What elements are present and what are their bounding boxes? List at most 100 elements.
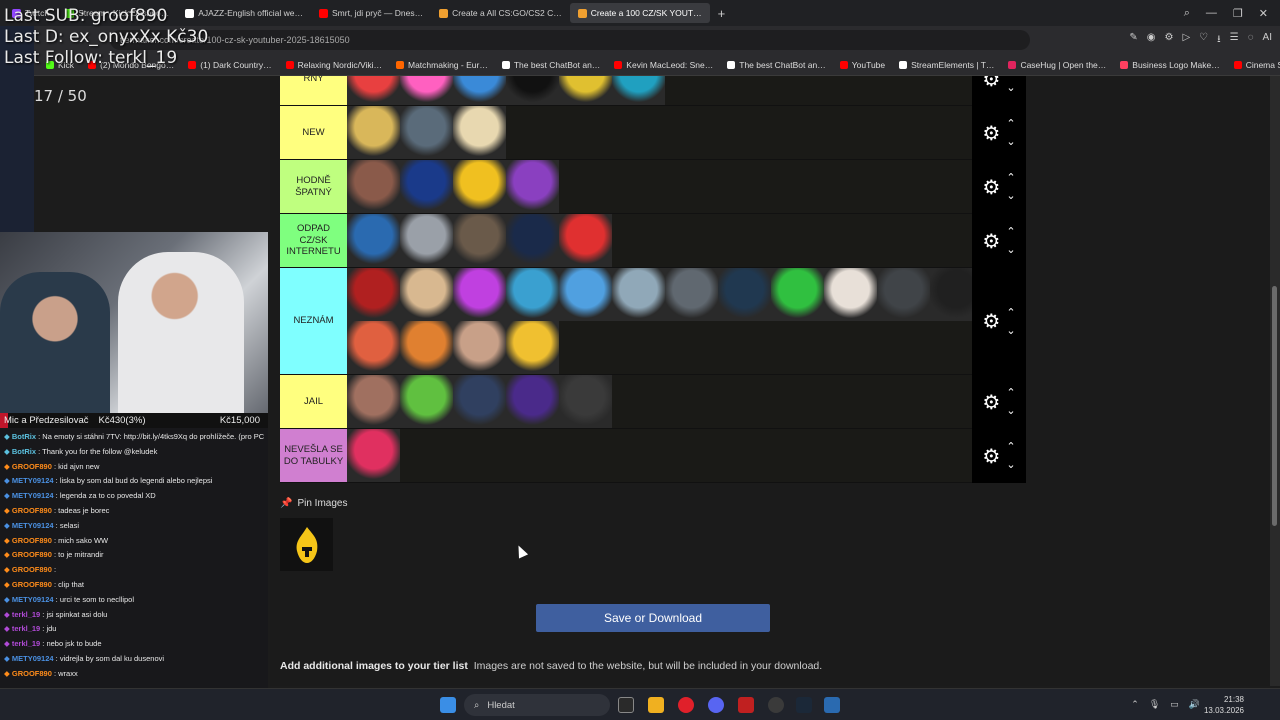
tier-image[interactable] bbox=[347, 268, 400, 321]
chevron-up-icon[interactable]: ⌃ bbox=[1006, 115, 1015, 133]
bookmark-item[interactable]: The best ChatBot an… bbox=[727, 60, 826, 70]
chat-username[interactable]: terkl_19 bbox=[12, 610, 40, 619]
chat-username[interactable]: terkl_19 bbox=[12, 624, 40, 633]
chevron-down-icon[interactable]: ⌄ bbox=[1006, 456, 1015, 474]
browser-tab[interactable]: AJAZZ-English official we… bbox=[177, 3, 311, 23]
tier-image[interactable] bbox=[453, 76, 506, 105]
chevron-down-icon[interactable]: ⌄ bbox=[1006, 79, 1015, 97]
chevron-up-icon[interactable]: ⌃ bbox=[1006, 384, 1015, 402]
gear-icon[interactable]: ⚙ bbox=[982, 175, 1000, 200]
tier-image[interactable] bbox=[665, 268, 718, 321]
minimize-icon[interactable]: — bbox=[1206, 7, 1217, 20]
taskbar-search[interactable]: ⌕ Hledat bbox=[464, 694, 610, 716]
tier-label[interactable]: NEVEŠLA SE DO TABULKY bbox=[280, 429, 347, 482]
chevron-down-icon[interactable]: ⌄ bbox=[1006, 187, 1015, 205]
chat-username[interactable]: METY09124 bbox=[12, 595, 54, 604]
chevron-down-icon[interactable]: ⌄ bbox=[1006, 402, 1015, 420]
chat-username[interactable]: GROOF890 bbox=[12, 669, 52, 678]
tier-image[interactable] bbox=[347, 106, 400, 159]
tier-image[interactable] bbox=[771, 268, 824, 321]
volume-icon[interactable]: 🔊 bbox=[1189, 699, 1200, 710]
chat-username[interactable]: METY09124 bbox=[12, 521, 54, 530]
tier-label[interactable]: NEZNÁM bbox=[280, 268, 347, 374]
chevron-up-icon[interactable]: ⌃ bbox=[1006, 438, 1015, 456]
chevron-up-icon[interactable]: ⌃ bbox=[1131, 699, 1139, 710]
chat-username[interactable]: BotRix bbox=[12, 447, 36, 456]
tier-image[interactable] bbox=[347, 375, 400, 428]
menu-icon[interactable]: ☰ bbox=[1230, 32, 1239, 49]
chevron-down-icon[interactable]: ⌄ bbox=[1006, 241, 1015, 259]
tier-image[interactable] bbox=[347, 76, 400, 105]
chevron-down-icon[interactable]: ⌄ bbox=[1006, 322, 1015, 340]
tier-image[interactable] bbox=[506, 214, 559, 267]
network-icon[interactable]: ▭ bbox=[1170, 699, 1179, 710]
chat-username[interactable]: GROOF890 bbox=[12, 580, 52, 589]
tier-image[interactable] bbox=[559, 375, 612, 428]
edit-icon[interactable]: ✎ bbox=[1129, 32, 1137, 49]
heart-icon[interactable]: ♡ bbox=[1199, 32, 1208, 49]
tier-image[interactable] bbox=[347, 214, 400, 267]
gear-icon[interactable]: ⚙ bbox=[982, 309, 1000, 334]
bookmark-item[interactable]: (1) Dark Country… bbox=[188, 60, 272, 70]
tier-image[interactable] bbox=[453, 214, 506, 267]
bookmark-item[interactable]: Matchmaking - Eur… bbox=[395, 60, 488, 70]
close-icon[interactable]: ✕ bbox=[1259, 7, 1268, 20]
camera-icon[interactable]: ◉ bbox=[1147, 32, 1156, 49]
task-view-icon[interactable] bbox=[618, 697, 634, 713]
app-icon[interactable] bbox=[738, 697, 754, 713]
bookmark-item[interactable]: Cinema Sins Backgr… bbox=[1233, 60, 1280, 70]
chat-username[interactable]: METY09124 bbox=[12, 654, 54, 663]
ai-icon[interactable]: AI bbox=[1263, 32, 1272, 49]
tier-image[interactable] bbox=[400, 375, 453, 428]
bookmark-item[interactable]: Business Logo Make… bbox=[1120, 60, 1220, 70]
tier-image[interactable] bbox=[453, 321, 506, 374]
tier-image[interactable] bbox=[400, 321, 453, 374]
chat-username[interactable]: METY09124 bbox=[12, 476, 54, 485]
gear-icon[interactable]: ⚙ bbox=[982, 444, 1000, 469]
chevron-up-icon[interactable]: ⌃ bbox=[1006, 169, 1015, 187]
bookmark-item[interactable]: CaseHug | Open the… bbox=[1008, 60, 1106, 70]
gear-icon[interactable]: ⚙ bbox=[982, 76, 1000, 92]
extensions-icon[interactable]: ⚙ bbox=[1164, 32, 1173, 49]
notes-icon[interactable] bbox=[824, 697, 840, 713]
tier-label[interactable]: RNÝ bbox=[280, 76, 347, 105]
tier-image[interactable] bbox=[612, 268, 665, 321]
chat-username[interactable]: GROOF890 bbox=[12, 565, 52, 574]
taskbar-clock[interactable]: 21:38 13.03.2026 bbox=[1204, 694, 1244, 716]
play-icon[interactable]: ▷ bbox=[1182, 32, 1190, 49]
chevron-up-icon[interactable]: ⌃ bbox=[1006, 223, 1015, 241]
tier-image[interactable] bbox=[347, 160, 400, 213]
tier-image[interactable] bbox=[453, 106, 506, 159]
download-icon[interactable]: ⭳ bbox=[1217, 32, 1221, 49]
tier-image[interactable] bbox=[347, 429, 400, 482]
microphone-icon[interactable]: 🎙 bbox=[1149, 699, 1160, 710]
tier-image[interactable] bbox=[506, 375, 559, 428]
browser-tab[interactable]: Smrt, jdi pryč — Dnes… bbox=[311, 3, 431, 23]
chat-username[interactable]: GROOF890 bbox=[12, 536, 52, 545]
tier-image[interactable] bbox=[400, 268, 453, 321]
start-icon[interactable] bbox=[440, 697, 456, 713]
gear-icon[interactable]: ⚙ bbox=[982, 390, 1000, 415]
tier-image[interactable] bbox=[453, 375, 506, 428]
tier-label[interactable]: JAIL bbox=[280, 375, 347, 428]
page-scrollbar[interactable] bbox=[1270, 76, 1280, 686]
chat-username[interactable]: GROOF890 bbox=[12, 506, 52, 515]
pin-images-toggle[interactable]: 📌 Pin Images bbox=[280, 498, 347, 509]
steam-icon[interactable] bbox=[796, 697, 812, 713]
tier-image[interactable] bbox=[506, 321, 559, 374]
profile-icon[interactable]: ◌ bbox=[1248, 32, 1254, 49]
bookmark-item[interactable]: Relaxing Nordic/Viki… bbox=[285, 60, 382, 70]
tier-label[interactable]: ODPAD CZ/SK INTERNETU bbox=[280, 214, 347, 267]
scrollbar-thumb[interactable] bbox=[1272, 286, 1277, 526]
browser-tab[interactable]: Create a All CS:GO/CS2 C… bbox=[431, 3, 570, 23]
bookmark-item[interactable]: StreamElements | T… bbox=[899, 60, 994, 70]
gear-icon[interactable]: ⚙ bbox=[982, 229, 1000, 254]
opera-icon[interactable] bbox=[678, 697, 694, 713]
chat-username[interactable]: BotRix bbox=[12, 432, 36, 441]
chevron-down-icon[interactable]: ⌄ bbox=[1006, 133, 1015, 151]
tier-image[interactable] bbox=[559, 76, 612, 105]
tier-label[interactable]: HODNĚ ŠPATNÝ bbox=[280, 160, 347, 213]
obs-icon[interactable] bbox=[768, 697, 784, 713]
tier-image[interactable] bbox=[824, 268, 877, 321]
tier-image[interactable] bbox=[453, 268, 506, 321]
